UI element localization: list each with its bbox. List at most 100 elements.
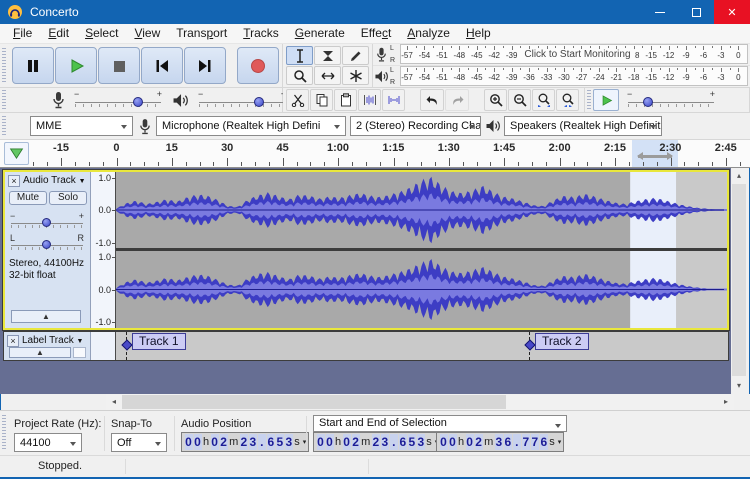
time-digit[interactable]: 2 <box>352 434 360 450</box>
cut-button[interactable] <box>286 89 309 111</box>
silence-aud­io-button[interactable] <box>382 89 405 111</box>
vertical-ruler[interactable]: 1.0 0.0 -1.0 1.0 0.0 -1.0 <box>91 172 116 328</box>
minimize-button[interactable] <box>642 0 678 24</box>
pause-button[interactable] <box>12 47 54 84</box>
undo-button[interactable] <box>420 89 444 111</box>
slider-thumb[interactable] <box>254 97 264 107</box>
toolbar-grip[interactable] <box>2 116 6 137</box>
time-caret-icon[interactable]: ▾ <box>558 438 562 446</box>
playback-device-dropdown[interactable]: Speakers (Realtek High Definiti <box>504 116 662 136</box>
track-title-menu[interactable]: Audio Track ▼ <box>23 175 86 186</box>
menu-item-select[interactable]: Select <box>77 24 126 43</box>
timeline-pin-button[interactable] <box>4 142 29 165</box>
audio-host-dropdown[interactable]: MME <box>30 116 133 136</box>
menu-item-view[interactable]: View <box>126 24 168 43</box>
recording-meter-scale[interactable]: -57-54-51-48-45-42-39-36-33-30-27-24-21-… <box>400 44 748 64</box>
time-digit[interactable]: 2 <box>220 434 228 450</box>
time-digit[interactable]: 7 <box>531 434 539 450</box>
menu-item-analyze[interactable]: Analyze <box>399 24 458 43</box>
menu-item-transport[interactable]: Transport <box>168 24 235 43</box>
time-digit[interactable]: 0 <box>449 434 457 450</box>
record-button[interactable] <box>237 47 279 84</box>
selection-mode-dropdown[interactable]: Start and End of Selection <box>313 415 567 432</box>
recording-device-dropdown[interactable]: Microphone (Realtek High Defini <box>156 116 346 136</box>
time-digit[interactable]: 2 <box>372 434 380 450</box>
time-digit[interactable]: . <box>390 434 398 450</box>
gain-thumb[interactable] <box>42 218 51 227</box>
label-chip[interactable]: Track 1 <box>132 333 186 350</box>
time-digit[interactable]: 3 <box>381 434 389 450</box>
recording-volume-slider[interactable]: − + <box>72 89 164 111</box>
time-unit[interactable]: h <box>202 436 210 448</box>
scroll-left-button[interactable]: ◂ <box>106 394 122 410</box>
pan-thumb[interactable] <box>42 240 51 249</box>
track-title-menu[interactable]: Label Track ▼ <box>22 335 83 346</box>
redo-button[interactable] <box>445 89 469 111</box>
toolbar-grip[interactable] <box>587 90 591 109</box>
mute-button[interactable]: Mute <box>9 191 47 205</box>
time-digit[interactable]: 0 <box>185 434 193 450</box>
pan-slider[interactable]: L R <box>9 234 85 254</box>
project-rate-dropdown[interactable]: 44100 <box>14 433 82 452</box>
zoom-fit-button[interactable] <box>556 89 579 111</box>
time-digit[interactable]: 3 <box>417 434 425 450</box>
scroll-right-button[interactable]: ▸ <box>718 394 734 410</box>
time-digit[interactable]: 0 <box>440 434 448 450</box>
playback-meter-scale[interactable]: -57-54-51-48-45-42-39-36-33-30-27-24-21-… <box>400 66 748 86</box>
time-digit[interactable]: 3 <box>495 434 503 450</box>
timeshift-tool-button[interactable] <box>314 66 341 85</box>
timeline-ruler[interactable]: -1501530451:001:151:301:452:002:152:302:… <box>32 140 748 167</box>
toolbar-grip[interactable] <box>2 48 6 82</box>
playback-meter-toolbar[interactable]: LR -57-54-51-48-45-42-39-36-33-30-27-24-… <box>373 66 750 88</box>
menu-item-edit[interactable]: Edit <box>40 24 77 43</box>
gain-slider[interactable]: − + <box>9 212 85 232</box>
play-at-speed-button[interactable] <box>593 89 619 111</box>
scroll-up-button[interactable]: ▴ <box>731 168 747 184</box>
time-digit[interactable]: 2 <box>240 434 248 450</box>
waveform-channel-left[interactable] <box>116 172 727 248</box>
time-digit[interactable]: 3 <box>285 434 293 450</box>
zoom-in-button[interactable] <box>484 89 507 111</box>
snap-to-dropdown[interactable]: Off <box>111 433 167 452</box>
horizontal-scroll-thumb[interactable] <box>122 395 506 409</box>
playback-volume-slider[interactable]: − + <box>196 89 288 111</box>
copy-button[interactable] <box>310 89 333 111</box>
time-digit[interactable]: 6 <box>504 434 512 450</box>
time-digit[interactable]: 0 <box>466 434 474 450</box>
menu-item-generate[interactable]: Generate <box>287 24 353 43</box>
time-digit[interactable]: 2 <box>475 434 483 450</box>
time-digit[interactable]: 6 <box>399 434 407 450</box>
time-digit[interactable]: 0 <box>343 434 351 450</box>
time-digit[interactable]: 3 <box>249 434 257 450</box>
zoom-out-button[interactable] <box>508 89 531 111</box>
monitoring-overlay-text[interactable]: Click to Start Monitoring <box>520 49 634 60</box>
paste-button[interactable] <box>334 89 357 111</box>
horizontal-scrollbar[interactable]: ◂ ▸ <box>106 394 734 410</box>
label-track[interactable]: × Label Track ▼ ▲ Track 1Track 2 <box>3 331 729 361</box>
time-unit[interactable]: s <box>548 436 556 448</box>
time-digit[interactable]: 0 <box>317 434 325 450</box>
close-track-button[interactable]: × <box>7 335 19 347</box>
time-digit[interactable]: 5 <box>408 434 416 450</box>
time-unit[interactable]: m <box>483 436 494 448</box>
menu-item-help[interactable]: Help <box>458 24 499 43</box>
audio-track[interactable]: × Audio Track ▼ Mute Solo − + L R Stereo… <box>3 170 729 330</box>
time-unit[interactable]: s <box>425 436 433 448</box>
time-unit[interactable]: h <box>457 436 465 448</box>
close-button[interactable]: ✕ <box>714 0 750 24</box>
time-digit[interactable]: 0 <box>211 434 219 450</box>
toolbar-grip[interactable] <box>2 90 6 109</box>
stop-button[interactable] <box>98 47 140 84</box>
waveform-channel-right[interactable] <box>116 251 727 328</box>
trim-audio-button[interactable] <box>358 89 381 111</box>
draw-tool-button[interactable] <box>342 46 369 65</box>
title-bar[interactable]: Concerto ✕ <box>0 0 750 24</box>
skip-to-start-button[interactable] <box>141 47 183 84</box>
time-unit[interactable]: m <box>228 436 239 448</box>
slider-thumb[interactable] <box>643 97 653 107</box>
maximize-button[interactable] <box>678 0 714 24</box>
solo-button[interactable]: Solo <box>49 191 87 205</box>
menu-item-file[interactable]: File <box>5 24 40 43</box>
time-unit[interactable]: m <box>360 436 371 448</box>
zoom-to-selection-button[interactable] <box>532 89 555 111</box>
